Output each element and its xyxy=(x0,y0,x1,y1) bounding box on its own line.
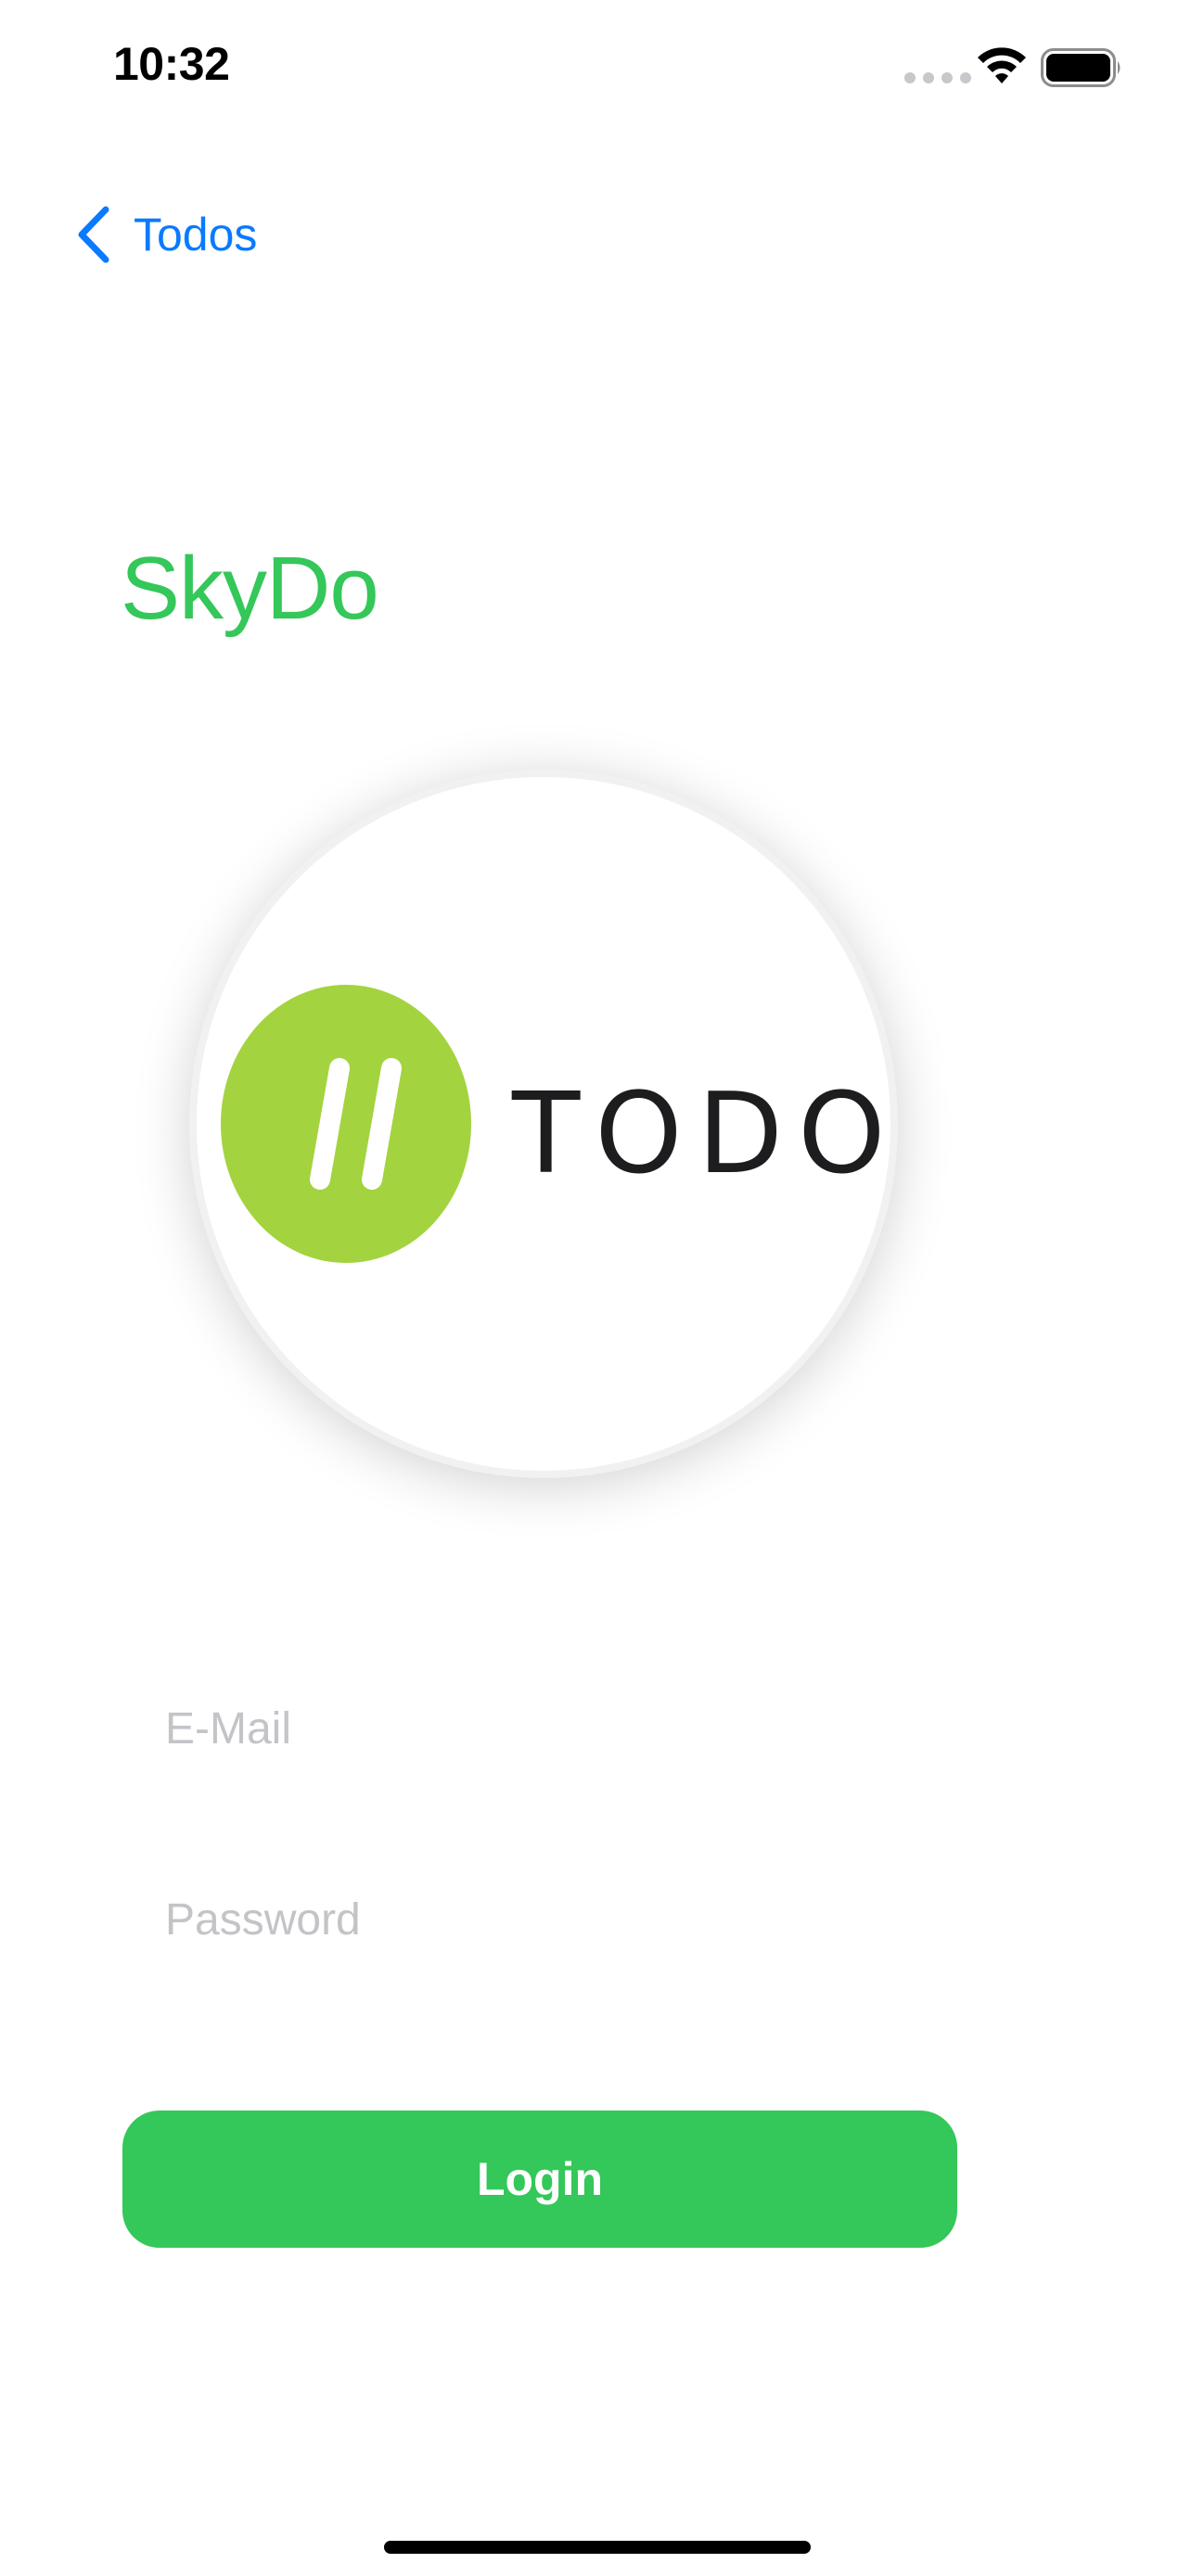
cellular-signal-icon xyxy=(904,72,971,83)
logo-mark-icon xyxy=(221,985,471,1263)
back-button[interactable]: Todos xyxy=(76,206,257,263)
logo-circle: TODO xyxy=(189,770,898,1478)
status-time: 10:32 xyxy=(113,38,230,90)
home-indicator[interactable] xyxy=(384,2541,811,2554)
back-button-label: Todos xyxy=(134,209,258,261)
login-button[interactable]: Login xyxy=(122,2111,957,2248)
wifi-icon xyxy=(978,47,1026,83)
app-title: SkyDo xyxy=(121,539,379,638)
battery-icon xyxy=(1041,48,1121,87)
chevron-left-icon xyxy=(78,206,109,263)
email-field[interactable] xyxy=(165,1691,963,1766)
logo-text: TODO xyxy=(512,1070,898,1199)
password-field[interactable] xyxy=(165,1882,963,1957)
